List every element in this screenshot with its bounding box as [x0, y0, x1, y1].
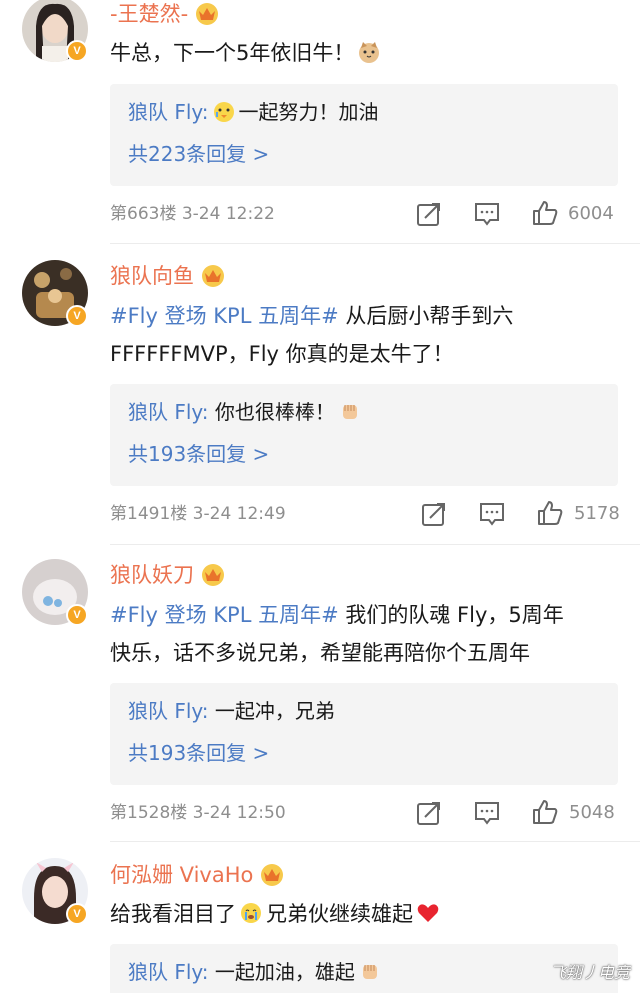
username-text: -王楚然-	[110, 2, 189, 26]
share-icon[interactable]	[420, 500, 448, 528]
thumbs-up-icon[interactable]	[536, 499, 564, 527]
like-count: 5048	[569, 802, 615, 823]
watermark: 飞翔丿电竞	[549, 963, 630, 982]
reply-author[interactable]: 狼队 Fly:	[128, 400, 209, 424]
divider	[110, 841, 640, 842]
username-text: 狼队向鱼	[110, 264, 194, 288]
reply-line: 狼队 Fly: 一起加油，雄起	[128, 958, 385, 986]
verified-badge-icon: V	[66, 40, 88, 62]
topic-link[interactable]: #Fly 登场 KPL 五周年#	[110, 603, 339, 627]
username[interactable]: -王楚然-	[110, 0, 220, 28]
comment-icon[interactable]	[478, 500, 506, 528]
view-replies-link[interactable]: 共193条回复 >	[128, 440, 269, 468]
username[interactable]: 何泓姗 VivaHo	[110, 861, 285, 889]
username-text: 何泓姗 VivaHo	[110, 863, 254, 887]
reply-line: 狼队 Fly: 一起冲，兄弟	[128, 697, 335, 725]
divider	[110, 243, 640, 244]
comment-text: 给我看泪目了 兄弟伙继续雄起	[110, 895, 615, 933]
username[interactable]: 狼队妖刀	[110, 561, 226, 589]
reply-text: 一起努力！加油	[238, 100, 379, 124]
comment-meta: 第1491楼 3-24 12:49	[110, 502, 286, 526]
like-count: 6004	[568, 203, 614, 224]
comment-text: 牛总，下一个5年依旧牛！	[110, 34, 615, 72]
comment-body-line2: FFFFFFMVP，Fly 你真的是太牛了！	[110, 342, 454, 366]
comment-text: #Fly 登场 KPL 五周年# 从后厨小帮手到六 FFFFFFMVP，Fly 你…	[110, 297, 615, 373]
timestamp: 3-24 12:49	[192, 504, 286, 524]
floor-number: 第1491楼	[110, 504, 188, 524]
timestamp: 3-24 12:50	[192, 803, 286, 823]
crown-icon	[202, 265, 224, 287]
verified-badge-icon: V	[66, 305, 88, 327]
comment-body-cont: 兄弟伙继续雄起	[266, 902, 413, 926]
floor-number: 第663楼	[110, 204, 177, 224]
share-icon[interactable]	[415, 200, 443, 228]
fist-emoji-icon	[362, 965, 377, 979]
reply-author[interactable]: 狼队 Fly:	[128, 699, 209, 723]
comment-body: 给我看泪目了	[110, 902, 236, 926]
comment-body: 从后厨小帮手到六	[338, 304, 514, 328]
view-replies-link[interactable]: 共193条回复 >	[128, 739, 269, 767]
fist-emoji-icon	[342, 405, 357, 419]
reply-author[interactable]: 狼队 Fly:	[128, 960, 209, 984]
reply-box[interactable]: 狼队 Fly: 一起冲，兄弟 共193条回复 >	[110, 683, 618, 785]
crying-face-emoji-icon	[241, 903, 261, 923]
reply-text: 你也很棒棒！	[214, 400, 335, 424]
comment-body: 我们的队魂 Fly，5周年	[338, 603, 564, 627]
verified-badge-icon: V	[66, 903, 88, 925]
reply-line: 狼队 Fly: 你也很棒棒！	[128, 398, 365, 426]
crown-icon	[261, 864, 284, 886]
reply-author[interactable]: 狼队 Fly:	[128, 100, 209, 124]
reply-line: 狼队 Fly: 一起努力！加油	[128, 98, 379, 126]
username[interactable]: 狼队向鱼	[110, 262, 226, 290]
view-replies-link[interactable]: 共223条回复 >	[128, 140, 269, 168]
thumbs-up-icon[interactable]	[531, 798, 559, 826]
comment-icon[interactable]	[473, 799, 501, 827]
divider	[110, 544, 640, 545]
comment-meta: 第1528楼 3-24 12:50	[110, 801, 286, 825]
cat-emoji-icon	[359, 42, 380, 63]
comment-body-line2: 快乐，话不多说兄弟，希望能再陪你个五周年	[110, 641, 530, 665]
comment-body: 牛总，下一个5年依旧牛！	[110, 41, 355, 65]
thumbs-up-icon[interactable]	[531, 199, 559, 227]
username-text: 狼队妖刀	[110, 563, 194, 587]
reply-box[interactable]: 狼队 Fly: 一起加油，雄起	[110, 944, 618, 993]
comment-meta: 第663楼 3-24 12:22	[110, 202, 275, 226]
crown-icon	[196, 3, 219, 25]
reply-text: 一起冲，兄弟	[214, 699, 335, 723]
share-icon[interactable]	[415, 799, 443, 827]
floor-number: 第1528楼	[110, 803, 188, 823]
verified-badge-icon: V	[66, 604, 88, 626]
topic-link[interactable]: #Fly 登场 KPL 五周年#	[110, 304, 339, 328]
reply-box[interactable]: 狼队 Fly: 一起努力！加油 共223条回复 >	[110, 84, 618, 186]
timestamp: 3-24 12:22	[181, 204, 275, 224]
red-heart-icon	[417, 904, 439, 922]
reply-box[interactable]: 狼队 Fly: 你也很棒棒！ 共193条回复 >	[110, 384, 618, 486]
crying-chick-emoji-icon	[213, 102, 234, 122]
reply-text: 一起加油，雄起	[214, 960, 355, 984]
comment-text: #Fly 登场 KPL 五周年# 我们的队魂 Fly，5周年快乐，话不多说兄弟，…	[110, 596, 615, 672]
comment-icon[interactable]	[473, 200, 501, 228]
crown-icon	[202, 564, 224, 586]
like-count: 5178	[574, 503, 620, 524]
